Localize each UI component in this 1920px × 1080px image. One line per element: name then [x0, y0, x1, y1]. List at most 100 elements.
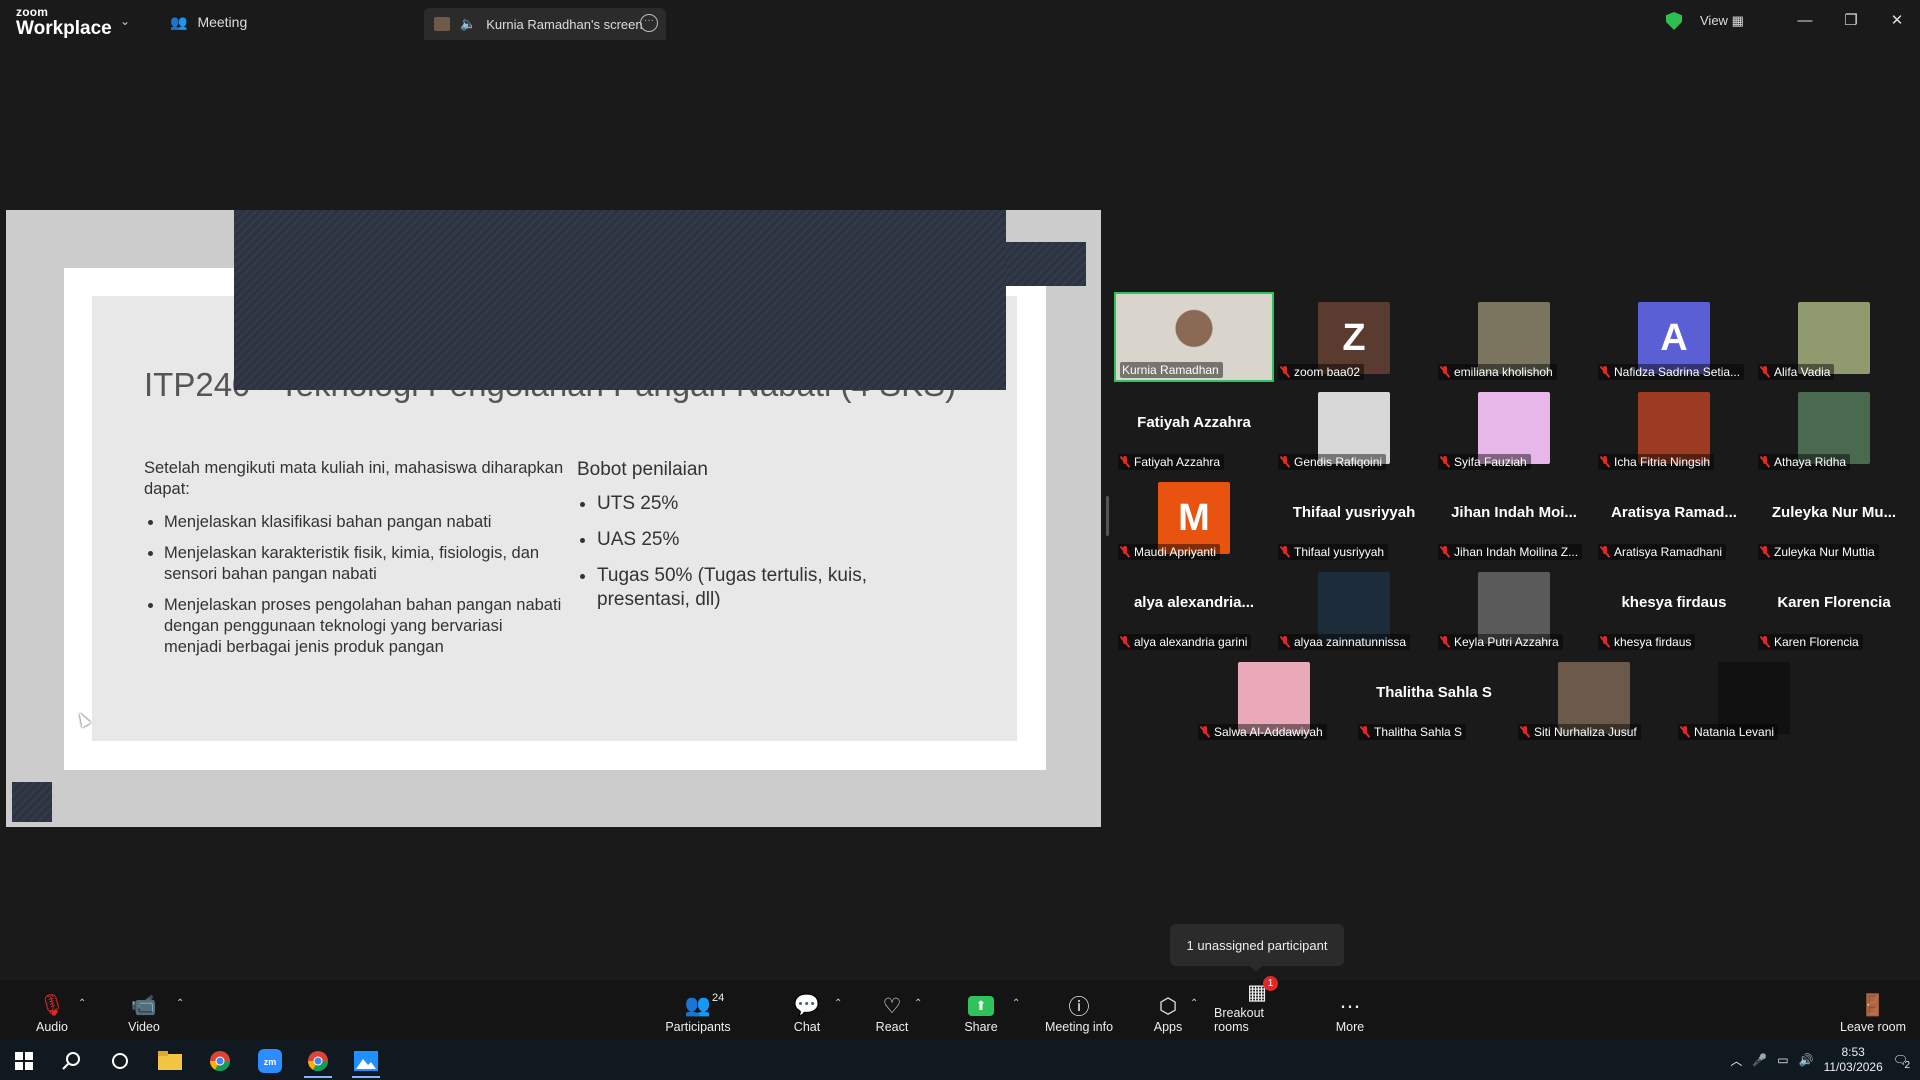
participant-tile[interactable]: Siti Nurhaliza Jusuf [1514, 652, 1674, 742]
participant-tile[interactable]: Zzoom baa02 [1274, 292, 1434, 382]
participant-name-label: alyaa zainnatunnissa [1278, 634, 1411, 650]
participant-tile[interactable]: Zuleyka Nur Mu... Zuleyka Nur Muttia [1754, 472, 1914, 562]
participant-tile[interactable]: A Nafidza Sadrina Setia... [1594, 292, 1754, 382]
participant-name-label: Natania Levani [1678, 724, 1779, 740]
participant-display-name: Thifaal yusriyyah [1292, 504, 1416, 521]
volume-icon[interactable]: 🔊 [1799, 1053, 1814, 1067]
speaker-icon: 🔈 [460, 16, 477, 31]
audio-options-caret[interactable]: ⌃ [78, 998, 86, 1009]
react-button[interactable]: ♡ React [872, 988, 912, 1035]
tab-shared-screen[interactable]: 🔈 Kurnia Ramadhan's screen ··· [424, 8, 666, 40]
participant-tile[interactable]: alyaa zainnatunnissa [1274, 562, 1434, 652]
participant-tile[interactable]: Karen Florencia Karen Florencia [1754, 562, 1914, 652]
minimize-button[interactable]: — [1782, 0, 1828, 40]
participant-tile[interactable]: Keyla Putri Azzahra [1434, 562, 1594, 652]
participant-name: Thalitha Sahla S [1374, 725, 1463, 739]
participant-name: Icha Fitria Ningsih [1614, 455, 1711, 469]
participant-display-name: Fatiyah Azzahra [1137, 414, 1251, 431]
mic-muted-icon [1600, 456, 1610, 468]
video-options-caret[interactable]: ⌃ [176, 998, 184, 1009]
mic-muted-icon [1120, 546, 1130, 558]
more-button[interactable]: ⋯ More [1334, 988, 1366, 1035]
share-button[interactable]: ⬆ Share [962, 988, 1000, 1034]
participants-icon: 👥 [684, 994, 712, 1017]
participant-name-label: Zuleyka Nur Muttia [1758, 544, 1879, 560]
notification-icon[interactable]: 🗨 2 [1893, 1053, 1910, 1071]
windows-start-icon[interactable] [0, 1044, 48, 1078]
participant-name: Jihan Indah Moilina Z... [1454, 545, 1579, 559]
participant-tile[interactable]: M Maudi Apriyanti [1114, 472, 1274, 562]
encryption-shield-icon[interactable] [1666, 12, 1682, 30]
participant-tile[interactable]: Thalitha Sahla S Thalitha Sahla S [1354, 652, 1514, 742]
participant-name-label: Kurnia Ramadhan [1120, 362, 1223, 378]
mic-muted-icon [1760, 546, 1770, 558]
microphone-icon[interactable]: 🎤 [1752, 1053, 1767, 1067]
zoom-icon[interactable]: zm [246, 1044, 294, 1078]
meeting-info-button[interactable]: ⓘ Meeting info [1042, 988, 1116, 1034]
redacted-overlay [234, 210, 1006, 390]
chrome-icon[interactable] [196, 1044, 244, 1078]
participant-tile[interactable]: khesya firdaus khesya firdaus [1594, 562, 1754, 652]
network-icon[interactable]: ▭ [1777, 1053, 1788, 1067]
participant-tile[interactable]: Aratisya Ramad... Aratisya Ramadhani [1594, 472, 1754, 562]
participant-name: Kurnia Ramadhan [1122, 363, 1219, 377]
audio-button[interactable]: 🎙 Audio [30, 988, 74, 1034]
zoom-workplace-logo[interactable]: zoom Workplace [16, 6, 112, 38]
view-button[interactable]: View ▦ [1700, 13, 1744, 29]
mic-muted-icon [1440, 546, 1450, 558]
meeting-toolbar: 🎙 Audio ⌃ 📹 Video ⌃ 👥 Participants 24 💬 … [0, 976, 1920, 1040]
cortana-icon[interactable] [96, 1044, 144, 1078]
grading-section: Bobot penilaian UTS 25% UAS 25% Tugas 50% … [577, 458, 957, 624]
participant-display-name: Jihan Indah Moi... [1451, 504, 1577, 521]
participant-tile[interactable]: emiliana kholishoh [1434, 292, 1594, 382]
video-button[interactable]: 📹 Video [122, 988, 166, 1034]
participant-display-name: Aratisya Ramad... [1611, 504, 1737, 521]
more-options-icon[interactable]: ··· [640, 14, 658, 32]
participant-tile[interactable]: Kurnia Ramadhan [1114, 292, 1274, 382]
participant-name: alya alexandria garini [1134, 635, 1248, 649]
participant-tile[interactable]: Syifa Fauziah [1434, 382, 1594, 472]
grading-item: Tugas 50% (Tugas tertulis, kuis, present… [597, 564, 957, 612]
objective-item: Menjelaskan klasifikasi bahan pangan nab… [164, 512, 564, 533]
apps-options-caret[interactable]: ⌃ [1190, 998, 1198, 1009]
search-icon[interactable] [48, 1044, 96, 1078]
participant-tile[interactable]: Jihan Indah Moi... Jihan Indah Moilina Z.… [1434, 472, 1594, 562]
tab-meeting[interactable]: 👥 Meeting [170, 0, 247, 44]
objectives-list: Menjelaskan klasifikasi bahan pangan nab… [144, 512, 564, 658]
chevron-up-icon[interactable]: ︿ [1730, 1052, 1742, 1069]
participant-tile[interactable]: Fatiyah Azzahra Fatiyah Azzahra [1114, 382, 1274, 472]
participant-tile[interactable]: Athaya Ridha [1754, 382, 1914, 472]
participant-tile[interactable]: Icha Fitria Ningsih [1594, 382, 1754, 472]
participant-name-label: Alifa Vadia [1758, 364, 1835, 380]
chat-options-caret[interactable]: ⌃ [834, 998, 842, 1009]
shared-screen[interactable]: ITP240 - Teknologi Pengolahan Pangan Nab… [6, 210, 1101, 827]
apps-button[interactable]: ⬡ Apps [1152, 988, 1184, 1035]
leave-room-button[interactable]: 🚪 Leave room [1840, 988, 1906, 1034]
chrome-active-icon[interactable] [294, 1044, 342, 1078]
chevron-down-icon[interactable]: ⌄ [120, 14, 130, 28]
info-icon: ⓘ [1068, 996, 1090, 1019]
breakout-rooms-button[interactable]: ▦ 1 Breakout rooms [1214, 976, 1300, 1034]
close-button[interactable]: ✕ [1874, 0, 1920, 40]
share-screen-icon: ⬆ [968, 996, 994, 1016]
react-options-caret[interactable]: ⌃ [914, 998, 922, 1009]
clock[interactable]: 8:53 11/03/2026 [1824, 1045, 1883, 1075]
file-explorer-icon[interactable] [146, 1044, 194, 1078]
participant-tile[interactable]: Alifa Vadia [1754, 292, 1914, 382]
split-resize-handle[interactable] [1106, 496, 1109, 536]
mic-muted-icon [1440, 636, 1450, 648]
participant-name-label: Gendis Rafiqoini [1278, 454, 1387, 470]
participant-tile[interactable]: Thifaal yusriyyah Thifaal yusriyyah [1274, 472, 1434, 562]
participant-name: Gendis Rafiqoini [1294, 455, 1383, 469]
maximize-button[interactable]: ❐ [1828, 0, 1874, 40]
participant-tile[interactable]: Salwa Al-Addawiyah [1194, 652, 1354, 742]
participant-tile[interactable]: Natania Levani [1674, 652, 1834, 742]
meeting-tab-label: Meeting [197, 14, 248, 30]
chat-button[interactable]: 💬 Chat [790, 988, 824, 1034]
participant-tile[interactable]: Gendis Rafiqoini [1274, 382, 1434, 472]
system-tray: ︿ 🎤 ▭ 🔊 8:53 11/03/2026 🗨 2 [1730, 1040, 1920, 1080]
photos-icon[interactable] [342, 1044, 390, 1078]
participant-display-name: Thalitha Sahla S [1376, 684, 1492, 701]
participant-tile[interactable]: alya alexandria... alya alexandria garini [1114, 562, 1274, 652]
share-options-caret[interactable]: ⌃ [1012, 998, 1020, 1009]
